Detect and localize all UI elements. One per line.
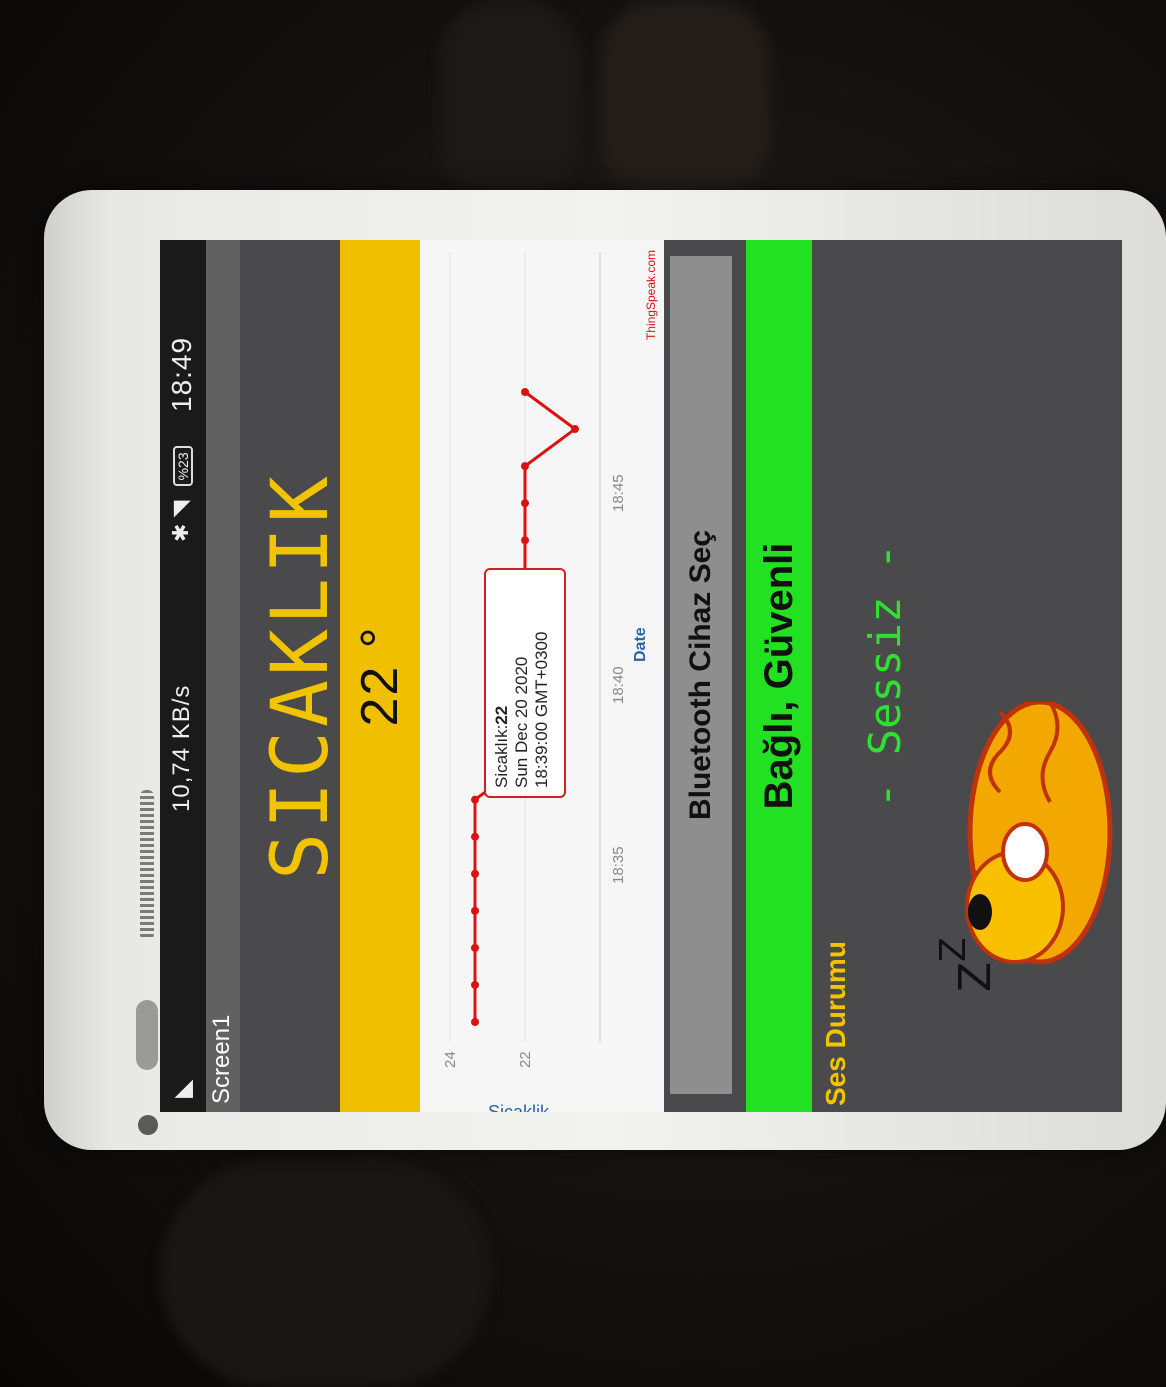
data-point[interactable] xyxy=(471,906,479,915)
rotated-app-viewport: ◣ 10,74 KB/s ✱ ◥ %23 18:49 Screen1 SICAK… xyxy=(160,240,1122,1112)
y-tick-label: 22 xyxy=(517,1051,534,1068)
sound-status-label: Ses Durumu xyxy=(820,941,851,1106)
front-camera xyxy=(138,1115,158,1135)
data-point[interactable] xyxy=(521,462,529,471)
notification-icon: ◣ xyxy=(169,1079,196,1098)
data-point[interactable] xyxy=(471,1018,479,1026)
app-content: SICAKLIK 22 ° Sicaklik 24 22 18:35 18:40… xyxy=(240,240,1122,1112)
bluetooth-select-button[interactable]: Bluetooth Cihaz Seç xyxy=(670,256,732,1094)
sleeping-dog-icon: Z Z xyxy=(933,702,1113,992)
x-axis-label: Date xyxy=(632,627,649,662)
data-point[interactable] xyxy=(471,943,479,952)
data-point[interactable] xyxy=(521,499,529,508)
earpiece xyxy=(136,1000,158,1070)
battery-icon: %23 xyxy=(173,446,193,487)
bluetooth-select-label: Bluetooth Cihaz Seç xyxy=(684,529,717,821)
x-tick-label: 18:35 xyxy=(610,846,627,884)
data-point[interactable] xyxy=(521,536,529,545)
tooltip-value: 22 xyxy=(492,705,511,725)
status-time: 18:49 xyxy=(166,336,197,412)
x-tick-label: 18:40 xyxy=(610,666,627,704)
background-hand xyxy=(160,1160,490,1387)
connection-status-panel: Bağlı, Güvenli xyxy=(746,240,812,1112)
data-point[interactable] xyxy=(471,832,479,841)
thingspeak-chart[interactable]: Sicaklik 24 22 18:35 18:40 18:45 Date Th… xyxy=(420,240,664,1112)
data-point[interactable] xyxy=(471,980,479,989)
speaker-grille xyxy=(140,790,154,940)
wifi-icon: ◥ xyxy=(168,500,193,518)
chart-y-axis-label: Sicaklik xyxy=(488,1102,550,1112)
data-point[interactable] xyxy=(471,869,479,878)
status-icons: ✱ ◥ %23 xyxy=(168,438,194,542)
bluetooth-icon: ✱ xyxy=(168,523,193,542)
data-point[interactable] xyxy=(571,425,579,434)
tooltip-date: Sun Dec 20 2020 xyxy=(512,656,531,788)
x-tick-label: 18:45 xyxy=(610,474,627,512)
background-finger xyxy=(440,0,580,200)
background-finger xyxy=(600,0,770,200)
tooltip-time: 18:39:00 GMT+0300 xyxy=(532,631,551,788)
sound-status-value: - Sessiz - xyxy=(860,543,911,809)
sensor-title: SICAKLIK xyxy=(256,472,346,880)
phone-screen: ◣ 10,74 KB/s ✱ ◥ %23 18:49 Screen1 SICAK… xyxy=(160,240,1122,1112)
temperature-panel: 22 ° xyxy=(340,240,420,1112)
zzz-icon: Z xyxy=(933,937,974,962)
network-speed: 10,74 KB/s xyxy=(168,684,195,812)
tooltip-field: Sicaklık: xyxy=(492,724,511,788)
temperature-value: 22 ° xyxy=(351,625,409,727)
chart-tooltip: Sicaklık:22 Sun Dec 20 2020 18:39:00 GMT… xyxy=(484,568,566,798)
status-bar: ◣ 10,74 KB/s ✱ ◥ %23 18:49 xyxy=(160,240,206,1112)
thingspeak-brand[interactable]: ThingSpeak.com xyxy=(644,250,658,340)
screen-title: Screen1 xyxy=(208,1014,235,1104)
app-title-bar: Screen1 xyxy=(206,240,240,1112)
y-tick-label: 24 xyxy=(442,1051,459,1068)
connection-status-text: Bağlı, Güvenli xyxy=(757,542,801,810)
zzz-icon: Z xyxy=(950,962,1001,992)
data-point[interactable] xyxy=(521,388,529,396)
data-point[interactable] xyxy=(471,795,479,804)
